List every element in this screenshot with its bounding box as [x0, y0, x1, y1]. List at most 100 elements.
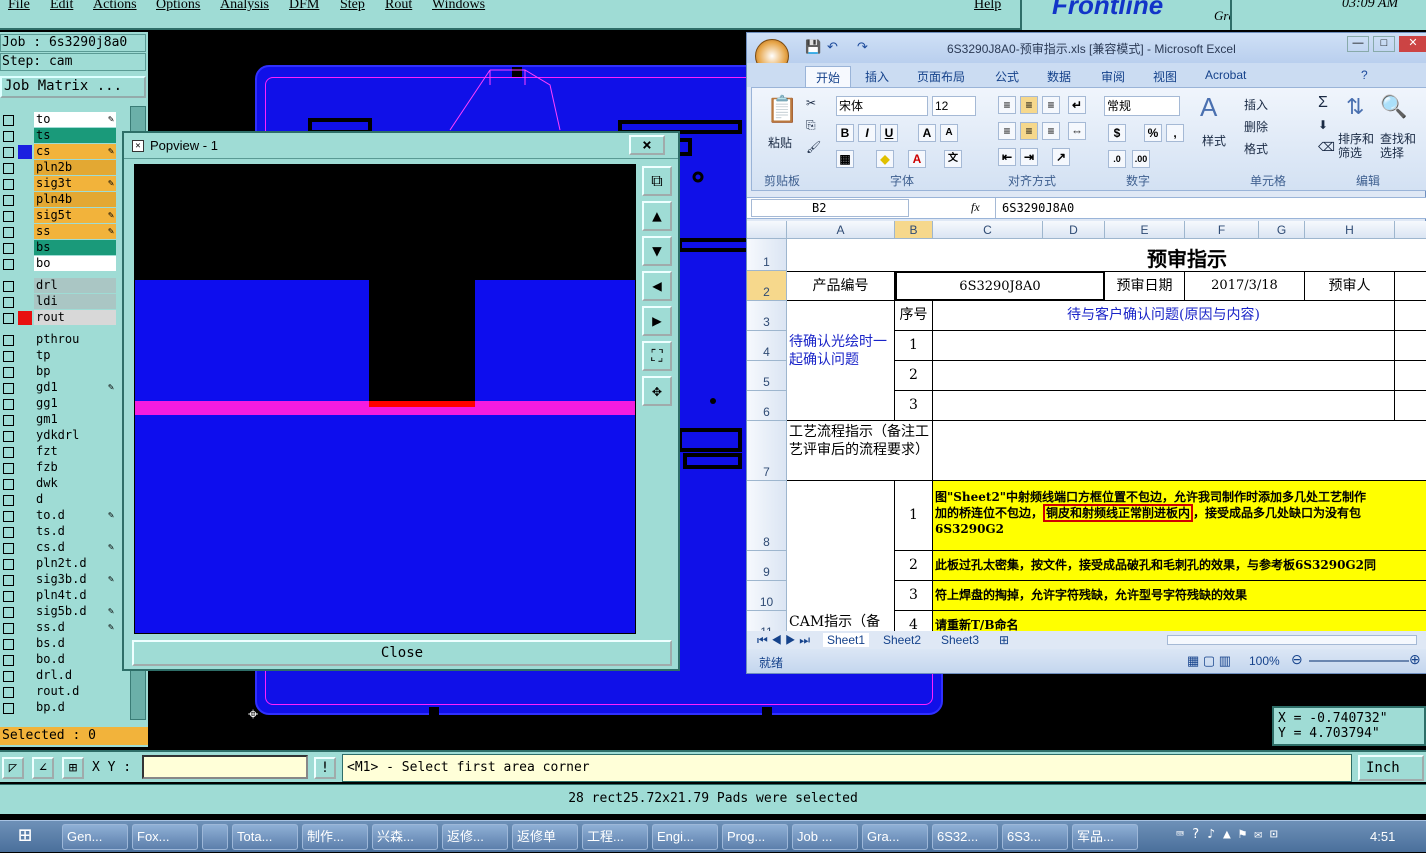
layer-row-bp[interactable]: bp	[0, 364, 120, 380]
layer-checkbox[interactable]	[3, 607, 14, 618]
layer-color-swatch[interactable]	[18, 333, 32, 347]
menu-file[interactable]: File	[8, 0, 30, 13]
decrease-indent-icon[interactable]: ⇤	[998, 148, 1016, 166]
layer-checkbox[interactable]	[3, 351, 14, 362]
worksheet-grid[interactable]: A B C D E F G H 1 2 3 4 5 6 7 8 9 10 11 …	[747, 221, 1426, 631]
layer-color-swatch[interactable]	[18, 365, 32, 379]
cell-date[interactable]: 2017/3/18	[1185, 271, 1305, 301]
pan-up-icon[interactable]: ▲	[642, 201, 672, 231]
wrap-text-icon[interactable]: ↵	[1068, 96, 1086, 114]
layer-row-sig5t[interactable]: sig5t ✎	[0, 208, 120, 224]
taskbar-item[interactable]: Engi...	[652, 824, 718, 850]
layer-name[interactable]: gd1 ✎	[34, 380, 116, 395]
cell-confirm-header[interactable]: 待与客户确认问题(原因与内容)	[933, 301, 1395, 331]
comma-icon[interactable]: ,	[1166, 124, 1184, 142]
layer-color-swatch[interactable]	[18, 589, 32, 603]
layer-color-swatch[interactable]	[18, 397, 32, 411]
layer-name[interactable]: ss.d ✎	[34, 620, 116, 635]
cell-num[interactable]: 4	[895, 611, 933, 631]
layer-checkbox[interactable]	[3, 243, 14, 254]
view-normal-icon[interactable]: ▦ ▢ ▥	[1187, 653, 1231, 669]
font-color-icon[interactable]: A	[908, 150, 926, 168]
taskbar-item[interactable]	[202, 824, 228, 850]
taskbar-item[interactable]: 返修...	[442, 824, 508, 850]
taskbar-item[interactable]: 返修单	[512, 824, 578, 850]
layer-name[interactable]: pln4t.d	[34, 588, 116, 603]
tray-icons[interactable]: ⌨ ? ♪ ▲ ⚑ ✉ ⊡	[1176, 827, 1278, 842]
cell-process-content[interactable]	[933, 421, 1426, 481]
measure-icon[interactable]: ∠	[32, 757, 54, 779]
layer-name[interactable]: ydkdrl	[34, 428, 116, 443]
layer-checkbox[interactable]	[3, 227, 14, 238]
layer-name[interactable]: rout.d	[34, 684, 116, 699]
layer-row-ts[interactable]: ts	[0, 128, 120, 144]
layer-name[interactable]: fzt	[34, 444, 116, 459]
taskbar-item[interactable]: 工程...	[582, 824, 648, 850]
cell-empty[interactable]	[933, 331, 1395, 361]
layer-row-cs[interactable]: cs ✎	[0, 144, 120, 160]
cell-num[interactable]: 1	[895, 331, 933, 361]
currency-icon[interactable]: $	[1108, 124, 1126, 142]
layer-checkbox[interactable]	[3, 115, 14, 126]
row-header[interactable]: 7	[747, 421, 787, 481]
cell-instruction-2[interactable]: 此板过孔太密集，按文件，接受成品破孔和毛刺孔的效果，与参考板6S3290G2同	[933, 551, 1426, 581]
layer-color-swatch[interactable]	[18, 669, 32, 683]
cell-empty[interactable]	[1395, 391, 1426, 421]
border-icon[interactable]: ▦	[836, 150, 854, 168]
layer-row-sig5b-d[interactable]: sig5b.d ✎	[0, 604, 120, 620]
align-top-icon[interactable]: ≡	[998, 96, 1016, 114]
layer-name[interactable]: bs	[34, 240, 116, 255]
layer-row-ydkdrl[interactable]: ydkdrl	[0, 428, 120, 444]
layer-color-swatch[interactable]	[18, 477, 32, 491]
layer-name[interactable]: cs.d ✎	[34, 540, 116, 555]
taskbar-item[interactable]: Prog...	[722, 824, 788, 850]
cell-process-label[interactable]: 工艺流程指示（备注工艺评审后的流程要求）	[787, 421, 933, 481]
align-middle-icon[interactable]: ≡	[1020, 96, 1038, 114]
layer-checkbox[interactable]	[3, 335, 14, 346]
delete-cells-button[interactable]: 删除	[1244, 118, 1268, 135]
bold-button[interactable]: B	[836, 124, 854, 142]
layer-checkbox[interactable]	[3, 479, 14, 490]
sheet-nav-icon[interactable]: ⏮ ◀ ▶ ⏭	[757, 633, 810, 648]
menu-step[interactable]: Step	[340, 0, 365, 13]
sheet-tab[interactable]: Sheet1	[823, 633, 870, 647]
layer-color-swatch[interactable]	[18, 637, 32, 651]
help-icon[interactable]: ?	[1361, 68, 1368, 82]
layer-checkbox[interactable]	[3, 703, 14, 714]
layer-row-drl[interactable]: drl	[0, 278, 120, 294]
cell-empty[interactable]	[933, 391, 1395, 421]
insert-cells-button[interactable]: 插入	[1244, 96, 1268, 113]
cell-product-no[interactable]: 6S3290J8A0	[895, 271, 1105, 301]
layer-color-swatch[interactable]	[18, 257, 32, 271]
layer-name[interactable]: d	[34, 492, 116, 507]
cell-num[interactable]: 2	[895, 551, 933, 581]
layer-checkbox[interactable]	[3, 543, 14, 554]
taskbar-item[interactable]: Job ...	[792, 824, 858, 850]
menu-help[interactable]: Help	[974, 0, 1001, 13]
column-header[interactable]	[1395, 221, 1426, 239]
grow-font-button[interactable]: A	[918, 124, 936, 142]
column-header[interactable]: B	[895, 221, 933, 239]
layer-checkbox[interactable]	[3, 687, 14, 698]
cell-empty[interactable]	[1395, 331, 1426, 361]
layer-row-bs-d[interactable]: bs.d	[0, 636, 120, 652]
column-header[interactable]: G	[1259, 221, 1305, 239]
merge-center-icon[interactable]: ⇔	[1068, 122, 1086, 140]
taskbar-item[interactable]: Fox...	[132, 824, 198, 850]
layer-color-swatch[interactable]	[18, 145, 32, 159]
align-left-icon[interactable]: ≡	[998, 122, 1016, 140]
cell-empty[interactable]	[1395, 361, 1426, 391]
taskbar-item[interactable]: 兴森...	[372, 824, 438, 850]
cell-instruction-3[interactable]: 符上焊盘的掏掉，允许字符残缺，允许型号字符残缺的效果	[933, 581, 1426, 611]
layer-name[interactable]: sig5b.d ✎	[34, 604, 116, 619]
cell-cam-label[interactable]: CAM指示（备	[787, 481, 895, 631]
layer-checkbox[interactable]	[3, 211, 14, 222]
zoom-out-icon[interactable]: ⊖	[1291, 651, 1303, 668]
layer-row-tp[interactable]: tp	[0, 348, 120, 364]
formula-input[interactable]: 6S3290J8A0	[995, 198, 1426, 218]
taskbar-item[interactable]: 6S32...	[932, 824, 998, 850]
styles-icon[interactable]: A	[1200, 92, 1217, 123]
layer-row-dwk[interactable]: dwk	[0, 476, 120, 492]
fill-icon[interactable]: ⬇	[1318, 118, 1328, 132]
layer-name[interactable]: bo	[34, 256, 116, 271]
